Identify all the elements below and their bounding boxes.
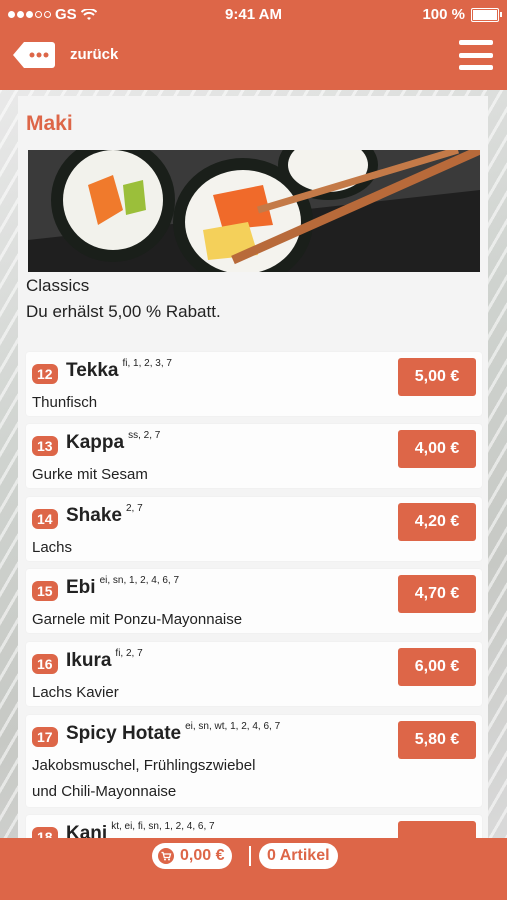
item-description: Gurke mit Sesam: [32, 466, 148, 483]
menu-item[interactable]: 13 Kappa ss, 2, 7 Gurke mit Sesam 4,00 €: [26, 424, 482, 488]
item-allergens: kt, ei, fi, sn, 1, 2, 4, 6, 7: [111, 820, 215, 832]
top-bar: GS 9:41 AM 100 % zurück: [0, 0, 507, 90]
menu-item[interactable]: 12 Tekka fi, 1, 2, 3, 7 Thunfisch 5,00 €: [26, 352, 482, 416]
item-description: Garnele mit Ponzu-Mayonnaise: [32, 611, 243, 628]
item-name: Tekka fi, 1, 2, 3, 7: [66, 357, 172, 381]
menu-item[interactable]: 14 Shake 2, 7 Lachs 4,20 €: [26, 497, 482, 561]
item-number: 13: [32, 436, 58, 456]
back-button-label[interactable]: zurück: [70, 46, 118, 63]
hamburger-menu-icon[interactable]: [459, 40, 493, 70]
category-title: Maki: [26, 112, 73, 135]
item-allergens: fi, 2, 7: [115, 647, 143, 659]
battery-group: 100 %: [422, 6, 502, 23]
category-subtitle: Classics: [26, 276, 90, 295]
menu-item[interactable]: 17 Spicy Hotate ei, sn, wt, 1, 2, 4, 6, 7…: [26, 715, 482, 807]
battery-icon: [471, 7, 502, 22]
cart-total: 0,00 €: [180, 847, 225, 864]
item-allergens: ss, 2, 7: [128, 429, 161, 441]
item-allergens: 2, 7: [125, 502, 143, 514]
category-image: [28, 150, 480, 272]
add-to-cart-price-button[interactable]: 4,20 €: [398, 503, 476, 541]
item-name: Ebi ei, sn, 1, 2, 4, 6, 7: [66, 574, 180, 598]
status-bar: GS 9:41 AM 100 %: [0, 0, 507, 30]
item-name: Spicy Hotate ei, sn, wt, 1, 2, 4, 6, 7: [66, 720, 281, 744]
battery-percent: 100 %: [422, 6, 465, 23]
article-count-button[interactable]: 0 Artikel: [259, 843, 338, 869]
item-allergens: fi, 1, 2, 3, 7: [122, 357, 172, 369]
item-number: 14: [32, 509, 58, 529]
item-allergens: ei, sn, wt, 1, 2, 4, 6, 7: [185, 720, 281, 732]
footer-divider: [249, 846, 251, 866]
bottom-bar: [0, 838, 507, 900]
add-to-cart-price-button[interactable]: 6,00 €: [398, 648, 476, 686]
item-name: Shake 2, 7: [66, 502, 143, 526]
item-description: Lachs: [32, 539, 73, 556]
item-allergens: ei, sn, 1, 2, 4, 6, 7: [99, 574, 180, 586]
add-to-cart-price-button[interactable]: 5,80 €: [398, 721, 476, 759]
menu-item[interactable]: 16 Ikura fi, 2, 7 Lachs Kavier 6,00 €: [26, 642, 482, 706]
item-description: Jakobsmuschel, Frühlingszwiebel und Chili…: [32, 757, 256, 800]
item-description: Lachs Kavier: [32, 684, 119, 701]
add-to-cart-price-button[interactable]: 4,70 €: [398, 575, 476, 613]
cart-total-button[interactable]: 0,00 €: [152, 843, 233, 869]
add-to-cart-price-button[interactable]: 5,00 €: [398, 358, 476, 396]
item-number: 12: [32, 364, 58, 384]
menu-item[interactable]: 15 Ebi ei, sn, 1, 2, 4, 6, 7 Garnele mit …: [26, 569, 482, 633]
item-number: 17: [32, 727, 58, 747]
add-to-cart-price-button[interactable]: 4,00 €: [398, 430, 476, 468]
item-number: 15: [32, 581, 58, 601]
item-name: Ikura fi, 2, 7: [66, 647, 143, 671]
item-name: Kappa ss, 2, 7: [66, 429, 161, 453]
item-description: Thunfisch: [32, 394, 98, 411]
discount-note: Du erhälst 5,00 % Rabatt.: [26, 302, 221, 321]
item-number: 16: [32, 654, 58, 674]
back-arrow-icon[interactable]: [12, 40, 56, 70]
cart-icon: [158, 848, 174, 864]
